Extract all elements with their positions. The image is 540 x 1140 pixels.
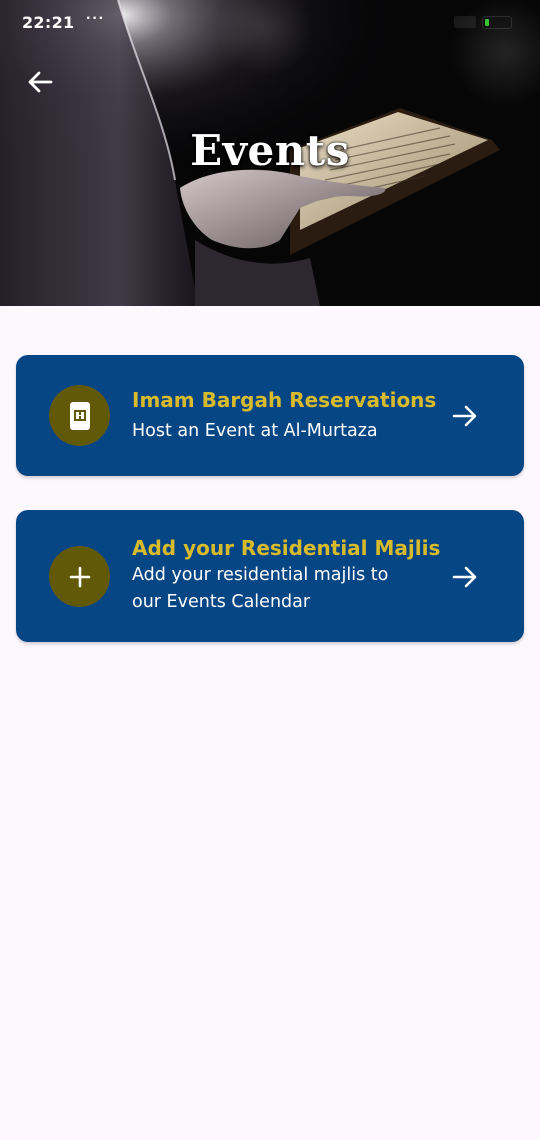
- back-button[interactable]: [20, 62, 60, 102]
- battery-icon: [482, 16, 512, 29]
- notification-dots-icon: ···: [86, 10, 105, 27]
- page-title: Events: [190, 126, 350, 175]
- add-residential-majlis-card[interactable]: Add your Residential Majlis Add your res…: [16, 510, 524, 642]
- card-subtitle: Add your residential majlis to our Event…: [132, 565, 389, 612]
- arrow-left-icon: [28, 71, 53, 93]
- arrow-right-icon: [450, 401, 480, 431]
- status-time: 22:21: [22, 13, 75, 32]
- header-image: 22:21 ··· Events: [0, 0, 540, 306]
- card-icon-circle: [49, 546, 110, 607]
- status-indicators: [454, 14, 518, 30]
- card-icon-circle: [49, 385, 110, 446]
- plus-icon: [69, 566, 90, 587]
- reservation-document-icon: [69, 401, 90, 430]
- arrow-right-icon: [450, 562, 480, 592]
- signal-icon: [454, 16, 476, 28]
- card-text: Add your Residential Majlis Add your res…: [132, 536, 441, 616]
- card-title: Add your Residential Majlis: [132, 536, 441, 560]
- imam-bargah-reservations-card[interactable]: Imam Bargah Reservations Host an Event a…: [16, 355, 524, 476]
- status-bar: 22:21 ···: [0, 0, 540, 44]
- card-subtitle: Host an Event at Al-Murtaza: [132, 421, 378, 441]
- card-title: Imam Bargah Reservations: [132, 388, 437, 412]
- card-text: Imam Bargah Reservations Host an Event a…: [132, 388, 437, 445]
